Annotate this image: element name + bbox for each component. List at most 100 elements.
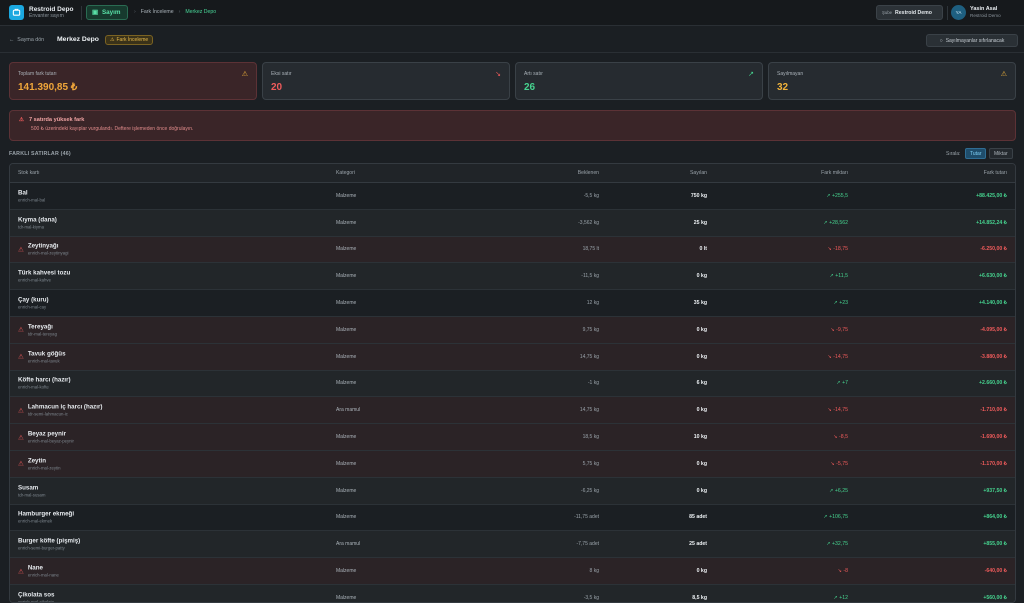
category-cell: Malzeme <box>336 434 357 441</box>
diff-value: +255,5 <box>831 192 848 199</box>
sort-label: Sırala: <box>946 151 961 157</box>
stock-name: Tavuk göğüs <box>27 350 66 358</box>
counted-cell: 25 adet <box>689 541 707 548</box>
table-row[interactable]: ⚠ Lahmacun iç harcı (hazır) tdr-semi-lahma… <box>10 397 1015 425</box>
summary-card-plus: Artı satır 26 ↗ <box>515 62 763 100</box>
expected-cell: -1 kg <box>587 380 599 387</box>
diff-value: +7 <box>842 380 848 387</box>
category-cell: Malzeme <box>336 273 357 280</box>
diff-value: +6,25 <box>834 487 848 494</box>
diff-cell: ↗ +11,5 <box>829 273 848 279</box>
table-row[interactable]: Kıyma (dana) tdr-mal-kiyma Malzeme -3,562 k… <box>10 209 1015 237</box>
table-row[interactable]: Türk kahvesi tozu enrich-mal-kahve Malzeme… <box>10 263 1015 291</box>
category-cell: Malzeme <box>336 192 357 199</box>
diff-cell: ↘ -8 <box>838 568 848 574</box>
row-name-block: Zeytinyağı enrich-mal-zeytinyagi <box>28 243 69 256</box>
diff-cell: ↗ +6,25 <box>829 488 848 494</box>
diff-value: +28,562 <box>829 219 848 226</box>
back-label: Sayma dön <box>17 37 45 43</box>
card-value: 20 <box>271 82 283 93</box>
amount-cell: +14.852,24 ₺ <box>976 219 1007 226</box>
table-body: Bal enrich-mal-bal Malzeme -5,5 kg 750 kg ↗ +… <box>10 183 1015 602</box>
table-row[interactable]: ⚠ Tavuk göğüs enrich-mal-tavuk Malzeme 14,75… <box>10 343 1015 371</box>
diff-value: +32,75 <box>831 541 848 548</box>
col-header-expected[interactable]: Beklenen <box>578 170 599 176</box>
counted-cell: 0 kg <box>696 273 707 280</box>
table-row[interactable]: Çikolata sos enrich-mal-cikolata Malzeme -3… <box>10 584 1015 602</box>
branch-selector-button[interactable]: Şube Restroid Demo <box>876 5 943 20</box>
expected-cell: 14,75 kg <box>579 353 599 360</box>
diff-table: Stok kartı Kategori Beklenen Sayılan Far… <box>9 163 1016 603</box>
divider <box>947 6 948 20</box>
stock-sku: enrich-mal-bal <box>18 197 46 203</box>
table-row[interactable]: ⚠ Beyaz peynir enrich-mal-beyaz-peynir Malz… <box>10 424 1015 451</box>
expected-cell: 9,75 kg <box>582 326 599 333</box>
row-name-block: Tereyağı tdr-mal-tereyag <box>28 323 57 336</box>
row-name-cell: Köfte harcı (hazır) enrich-mal-kofte <box>18 377 71 390</box>
table-row[interactable]: Çay (kuru) enrich-mal-cay Malzeme 12 kg 35 k… <box>10 290 1015 317</box>
stock-sku: tdr-mal-susam <box>18 492 46 498</box>
stock-name: Burger köfte (pişmiş) <box>18 537 81 545</box>
table-row[interactable]: Bal enrich-mal-bal Malzeme -5,5 kg 750 kg ↗ +… <box>10 183 1015 210</box>
avatar[interactable]: YA <box>951 5 966 20</box>
diff-cell: ↘ -8,5 <box>833 434 848 440</box>
row-name-block: Çikolata sos enrich-mal-cikolata <box>18 591 55 602</box>
col-header-diff[interactable]: Fark miktarı <box>821 170 848 176</box>
row-name-cell: Türk kahvesi tozu enrich-mal-kahve <box>18 270 70 283</box>
col-header-amount[interactable]: Fark tutarı <box>984 170 1007 176</box>
table-row[interactable]: ⚠ Zeytin enrich-mal-zeytin Malzeme 5,75 kg 0 … <box>10 450 1015 478</box>
summary-card-uncounted: Sayılmayan 32 ⚠ <box>768 62 1016 100</box>
row-name-cell: Susam tdr-mal-susam <box>18 484 45 497</box>
amount-cell: +88.425,00 ₺ <box>976 192 1007 199</box>
branch-label: Restroid Demo <box>895 9 932 16</box>
row-name-cell: ⚠ Tavuk göğüs enrich-mal-tavuk <box>18 350 66 363</box>
counted-cell: 8,5 kg <box>692 594 707 601</box>
table-row[interactable]: ⚠ Tereyağı tdr-mal-tereyag Malzeme 9,75 kg 0 … <box>10 316 1015 344</box>
col-header-category[interactable]: Kategori <box>336 170 355 176</box>
app-logo-icon[interactable] <box>9 5 24 20</box>
table-row[interactable]: ⚠ Zeytinyağı enrich-mal-zeytinyagi Malzeme 1… <box>10 236 1015 264</box>
back-link[interactable]: ← Sayma dön <box>9 37 44 43</box>
nav-sayim-button[interactable]: ▣ Sayım <box>86 5 128 20</box>
reset-uncounted-button[interactable]: ○ Sayılmayanlar sıfırlanacak <box>926 34 1018 47</box>
row-name-block: Çay (kuru) enrich-mal-cay <box>18 297 49 310</box>
counted-cell: 0 lt <box>699 246 708 253</box>
stock-sku: enrich-mal-tavuk <box>27 358 60 364</box>
breadcrumb-item[interactable]: Fark İnceleme <box>141 9 174 15</box>
table-row[interactable]: Susam tdr-mal-susam Malzeme -6,25 kg 0 kg ↗ +… <box>10 477 1015 505</box>
diff-cell: ↘ -5,75 <box>830 461 848 467</box>
col-header-counted[interactable]: Sayılan <box>690 170 707 176</box>
table-row[interactable]: ⚠ Nane enrich-mal-nane Malzeme 8 kg 0 kg ↘ -8-… <box>10 558 1015 585</box>
table-row[interactable]: Hamburger ekmeği enrich-mal-ekmek Malzeme -… <box>10 505 1015 532</box>
diff-cell: ↘ -14,75 <box>827 354 848 360</box>
divider <box>81 6 82 20</box>
breadcrumb: › Fark İnceleme › Merkez Depo <box>134 9 216 15</box>
user-info[interactable]: Yasin Asal Restroid Demo <box>970 6 1001 19</box>
category-cell: Malzeme <box>336 326 357 333</box>
alert-triangle-icon: ⚠ <box>110 37 115 43</box>
card-label: Artı satır <box>524 71 543 77</box>
expected-cell: -3,562 kg <box>578 219 599 226</box>
stock-name: Zeytinyağı <box>27 242 59 250</box>
alert-triangle-icon: ⚠ <box>18 246 24 254</box>
expected-cell: -7,75 adet <box>576 541 599 548</box>
diff-value: +11,5 <box>835 273 848 280</box>
amount-cell: -1.170,00 ₺ <box>980 460 1007 467</box>
sort-qty-button[interactable]: Miktar <box>989 148 1013 159</box>
stock-name: Çikolata sos <box>18 591 55 599</box>
stock-sku: enrich-mal-zeytin <box>27 465 61 471</box>
sort-amount-button[interactable]: Tutar <box>965 148 987 159</box>
counted-cell: 35 kg <box>693 300 707 307</box>
table-row[interactable]: Köfte harcı (hazır) enrich-mal-kofte Malze… <box>10 370 1015 398</box>
table-row[interactable]: Burger köfte (pişmiş) enrich-semi-burger-… <box>10 531 1015 559</box>
col-header-name[interactable]: Stok kartı <box>18 170 40 176</box>
alert-description: 500 ₺ üzerindeki kayıplar vurgulandı. De… <box>31 126 194 132</box>
card-value: 26 <box>524 82 536 93</box>
expected-cell: 14,75 kg <box>579 407 599 414</box>
user-name: Yasin Asal <box>970 6 998 12</box>
alert-triangle-icon: ⚠ <box>18 353 24 361</box>
stock-name: Lahmacun iç harcı (hazır) <box>27 403 103 411</box>
row-name-cell: Bal enrich-mal-bal <box>18 189 45 202</box>
stock-sku: enrich-mal-ekmek <box>18 518 53 524</box>
trend-down-icon: ↘ <box>495 71 501 78</box>
